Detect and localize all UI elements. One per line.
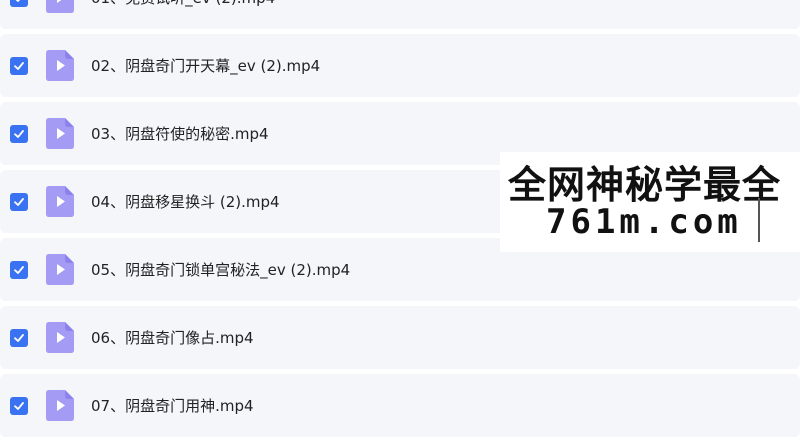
checkmark-icon: [14, 61, 24, 70]
video-file-icon: [46, 254, 74, 285]
file-name: 04、阴盘移星换斗 (2).mp4: [91, 193, 280, 211]
checkmark-icon: [14, 197, 24, 206]
video-file-icon: [46, 50, 74, 81]
file-checkbox[interactable]: [10, 124, 28, 143]
watermark-title: 全网神秘学最全: [508, 163, 782, 207]
checkmark-icon: [14, 129, 24, 138]
checkmark-icon: [14, 401, 24, 410]
video-file-icon: [46, 186, 74, 217]
file-name: 07、阴盘奇门用神.mp4: [91, 397, 254, 415]
checkmark-icon: [14, 333, 24, 342]
file-checkbox[interactable]: [10, 396, 28, 415]
file-checkbox[interactable]: [10, 192, 28, 211]
file-checkbox[interactable]: [10, 260, 28, 279]
file-checkbox[interactable]: [10, 0, 28, 7]
watermark: 全网神秘学最全 761m.com: [500, 152, 800, 252]
file-name: 01、免费试听_ev (2).mp4: [91, 0, 275, 8]
checkmark-icon: [16, 0, 20, 2]
file-name: 02、阴盘奇门开天幕_ev (2).mp4: [91, 57, 321, 75]
watermark-url: 761m.com: [546, 202, 742, 242]
file-checkbox[interactable]: [10, 328, 28, 347]
video-file-icon: [46, 322, 74, 353]
file-row[interactable]: 07、阴盘奇门用神.mp4: [0, 374, 800, 437]
file-row[interactable]: 06、阴盘奇门像占.mp4: [0, 306, 800, 369]
file-name: 06、阴盘奇门像占.mp4: [91, 329, 254, 347]
video-file-icon: [46, 390, 74, 421]
video-file-icon: [46, 118, 74, 149]
watermark-divider: [758, 198, 760, 242]
file-name: 05、阴盘奇门锁单宫秘法_ev (2).mp4: [91, 261, 351, 279]
checkmark-icon: [14, 265, 24, 274]
file-row[interactable]: 02、阴盘奇门开天幕_ev (2).mp4: [0, 34, 800, 97]
file-checkbox[interactable]: [10, 56, 28, 75]
file-name: 03、阴盘符使的秘密.mp4: [91, 125, 269, 143]
video-file-icon: [46, 0, 74, 13]
file-row[interactable]: 01、免费试听_ev (2).mp4: [0, 0, 800, 29]
